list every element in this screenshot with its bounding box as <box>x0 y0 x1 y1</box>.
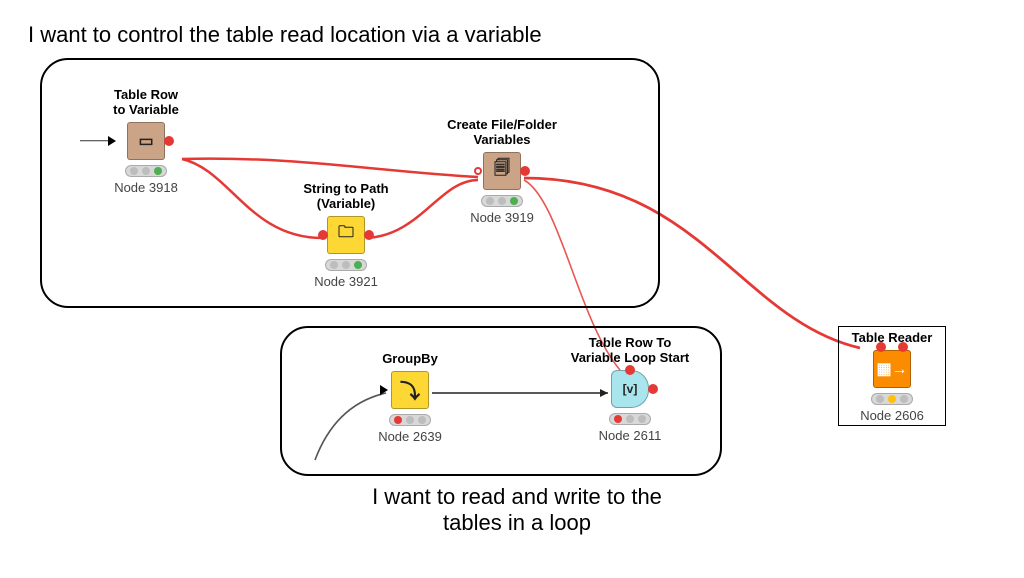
node-label: Table Row to Variable <box>76 88 216 118</box>
node-icon: [v] <box>611 370 649 408</box>
node-groupby[interactable]: GroupBy ⤵ Node 2639 <box>340 352 480 444</box>
node-icon: ⤵ <box>391 371 429 409</box>
status-traffic-light <box>325 259 367 271</box>
node-id: Node 3919 <box>432 210 572 225</box>
node-icon: ▭ <box>127 122 165 160</box>
node-create-file-folder-variables[interactable]: Create File/Folder Variables 🗐 Node 3919 <box>432 118 572 225</box>
status-traffic-light <box>125 165 167 177</box>
status-traffic-light <box>609 413 651 425</box>
node-id: Node 3918 <box>76 180 216 195</box>
node-label: Create File/Folder Variables <box>432 118 572 148</box>
status-traffic-light <box>871 393 913 405</box>
node-id: Node 2606 <box>847 408 937 423</box>
node-table-reader[interactable]: Table Reader ▦→ Node 2606 <box>838 326 946 426</box>
status-traffic-light <box>481 195 523 207</box>
node-label: Table Row To Variable Loop Start <box>560 336 700 366</box>
annotation-top: I want to control the table read locatio… <box>28 22 542 48</box>
node-label: Table Reader <box>847 331 937 346</box>
node-icon: 🗐 <box>483 152 521 190</box>
node-label: String to Path (Variable) <box>276 182 416 212</box>
node-label: GroupBy <box>340 352 480 367</box>
node-id: Node 2639 <box>340 429 480 444</box>
node-table-row-to-variable[interactable]: Table Row to Variable ▭ Node 3918 <box>76 88 216 195</box>
node-icon: ▦→ <box>873 350 911 388</box>
node-id: Node 3921 <box>276 274 416 289</box>
node-string-to-path-variable[interactable]: String to Path (Variable) 🗀 Node 3921 <box>276 182 416 289</box>
annotation-bottom: I want to read and write to the tables i… <box>302 484 732 536</box>
status-traffic-light <box>389 414 431 426</box>
node-table-row-to-variable-loop-start[interactable]: Table Row To Variable Loop Start [v] Nod… <box>560 336 700 443</box>
node-id: Node 2611 <box>560 428 700 443</box>
node-icon: 🗀 <box>327 216 365 254</box>
